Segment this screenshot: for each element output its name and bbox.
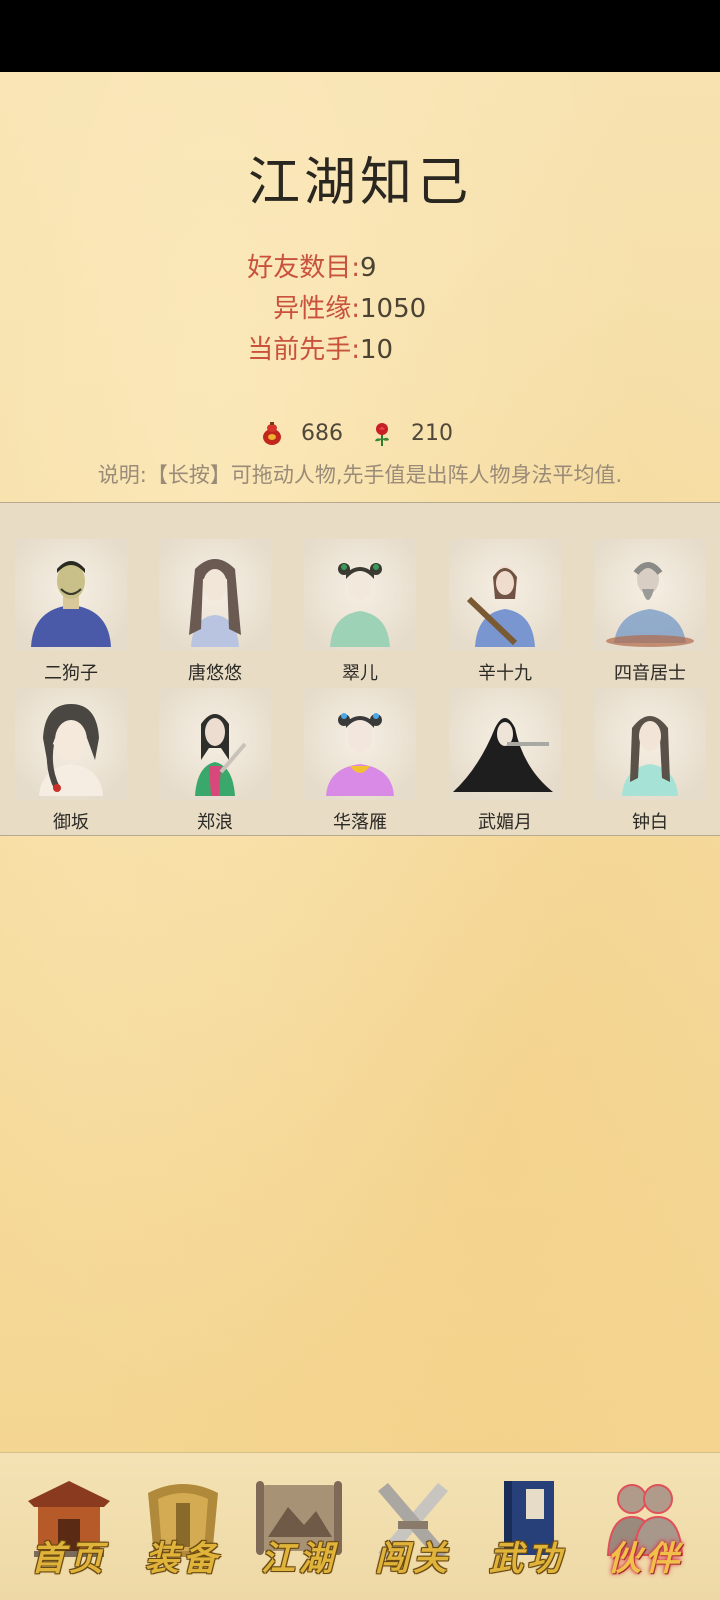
companion-name: 武媚月 — [478, 812, 532, 833]
gourd-count: 686 — [301, 421, 343, 446]
nav-label: 伙伴 — [607, 1539, 683, 1579]
stat-value: 10 — [360, 335, 394, 365]
companion-name: 钟白 — [632, 812, 668, 833]
companion-card[interactable]: 二狗子 — [15, 539, 127, 684]
companion-name: 辛十九 — [478, 663, 532, 684]
currency-row: 686 210 — [0, 414, 720, 454]
companion-portrait — [449, 688, 561, 800]
stat-value: 9 — [360, 253, 377, 283]
nav-equipment[interactable]: 装备 — [128, 1473, 238, 1591]
companion-card[interactable]: 华落雁 — [304, 688, 416, 833]
companion-card[interactable]: 翠儿 — [304, 539, 416, 684]
rose-icon — [375, 423, 389, 446]
nav-label: 武功 — [489, 1539, 565, 1579]
stat-initiative: 当前先手: 10 — [0, 330, 720, 370]
companion-portrait — [159, 688, 271, 800]
companion-portrait — [304, 539, 416, 651]
companion-portrait — [594, 688, 706, 800]
companion-card[interactable]: 御坂 — [15, 688, 127, 833]
companion-portrait — [15, 688, 127, 800]
companion-portrait — [449, 539, 561, 651]
rose-count: 210 — [411, 421, 453, 446]
stat-label: 异性缘: — [273, 294, 360, 324]
companion-card[interactable]: 唐悠悠 — [159, 539, 271, 684]
companion-name: 郑浪 — [197, 812, 233, 833]
companion-name: 御坂 — [53, 812, 89, 833]
stat-label: 好友数目: — [247, 253, 360, 283]
nav-challenge[interactable]: 闯关 — [358, 1473, 468, 1591]
bottom-nav: 首页 装备 江湖 闯关 武功 伙伴 — [0, 1452, 720, 1599]
nav-companions[interactable]: 伙伴 — [590, 1473, 700, 1591]
nav-label: 装备 — [145, 1539, 221, 1579]
companion-name: 华落雁 — [333, 812, 387, 833]
nav-home[interactable]: 首页 — [14, 1473, 124, 1591]
companion-card[interactable]: 钟白 — [594, 688, 706, 833]
companion-card[interactable]: 郑浪 — [159, 688, 271, 833]
gourd-currency: 686 — [260, 414, 343, 454]
stat-label: 当前先手: — [247, 335, 360, 365]
stat-friend-count: 好友数目: 9 — [0, 248, 720, 288]
companion-name: 翠儿 — [342, 663, 378, 684]
stat-charm: 异性缘: 1050 — [0, 289, 720, 329]
nav-label: 首页 — [31, 1539, 107, 1579]
companion-name: 二狗子 — [44, 663, 98, 684]
nav-label: 江湖 — [261, 1539, 337, 1579]
page-title: 江湖知己 — [247, 153, 472, 213]
companion-name: 唐悠悠 — [188, 663, 242, 684]
companion-portrait — [304, 688, 416, 800]
wine-gourd-icon — [263, 422, 281, 445]
companion-name: 四音居士 — [614, 663, 686, 684]
companion-portrait — [15, 539, 127, 651]
nav-label: 闯关 — [375, 1539, 451, 1579]
companion-roster: 二狗子 唐悠悠 翠儿 辛十九 四音居士 御坂 郑浪 华落雁 武媚月 钟白 — [0, 502, 720, 836]
companion-card[interactable]: 四音居士 — [594, 539, 706, 684]
home-indicator — [0, 1596, 720, 1600]
companion-portrait — [159, 539, 271, 651]
instruction-note: 说明:【长按】可拖动人物,先手值是出阵人物身法平均值. — [97, 463, 623, 487]
nav-jianghu[interactable]: 江湖 — [244, 1473, 354, 1591]
rose-currency: 210 — [370, 414, 453, 454]
companion-portrait — [594, 539, 706, 651]
stat-value: 1050 — [360, 294, 427, 324]
status-bar — [0, 0, 720, 72]
companion-card[interactable]: 辛十九 — [449, 539, 561, 684]
companion-card[interactable]: 武媚月 — [449, 688, 561, 833]
nav-martial-arts[interactable]: 武功 — [472, 1473, 582, 1591]
